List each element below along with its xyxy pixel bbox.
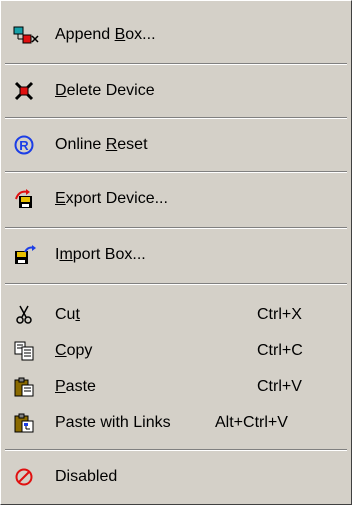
disabled-icon bbox=[13, 467, 37, 487]
import-box-icon bbox=[13, 245, 37, 265]
menu-item-label: Online Reset bbox=[55, 136, 148, 153]
menu-item-shortcut: Ctrl+C bbox=[257, 342, 303, 359]
menu-item-delete-device[interactable]: Delete Device bbox=[1, 75, 351, 107]
scissors-icon bbox=[13, 305, 37, 325]
menu-item-shortcut: Ctrl+X bbox=[257, 306, 302, 323]
menu-item-copy[interactable]: Copy Ctrl+C bbox=[1, 335, 351, 367]
context-menu: Append Box... Delete Device R Online Res… bbox=[0, 0, 352, 505]
menu-item-shortcut: Ctrl+V bbox=[257, 378, 302, 395]
menu-separator bbox=[5, 449, 347, 451]
menu-item-cut[interactable]: Cut Ctrl+X bbox=[1, 299, 351, 331]
menu-item-shortcut: Alt+Ctrl+V bbox=[215, 414, 288, 431]
append-box-icon bbox=[13, 25, 39, 45]
menu-item-paste-with-links[interactable]: Paste with Links Alt+Ctrl+V bbox=[1, 407, 351, 439]
menu-item-label: Append Box... bbox=[55, 26, 156, 43]
menu-item-export-device[interactable]: Export Device... bbox=[1, 183, 351, 215]
paste-icon bbox=[13, 377, 37, 397]
menu-item-label: Delete Device bbox=[55, 82, 155, 99]
menu-separator bbox=[5, 283, 347, 285]
menu-item-disabled[interactable]: Disabled bbox=[1, 461, 351, 493]
menu-item-import-box[interactable]: Import Box... bbox=[1, 239, 351, 271]
menu-item-label: Copy bbox=[55, 342, 93, 359]
paste-links-icon bbox=[13, 413, 37, 433]
menu-item-label: Paste with Links bbox=[55, 414, 171, 431]
menu-separator bbox=[5, 171, 347, 173]
menu-separator bbox=[5, 117, 347, 119]
menu-item-online-reset[interactable]: R Online Reset bbox=[1, 129, 351, 161]
menu-separator bbox=[5, 227, 347, 229]
menu-item-append-box[interactable]: Append Box... bbox=[1, 19, 351, 51]
export-device-icon bbox=[13, 189, 37, 209]
copy-icon bbox=[13, 341, 37, 361]
menu-separator bbox=[5, 63, 347, 65]
online-reset-icon: R bbox=[13, 135, 37, 155]
menu-item-paste[interactable]: Paste Ctrl+V bbox=[1, 371, 351, 403]
menu-item-label: Cut bbox=[55, 306, 80, 323]
menu-item-label: Export Device... bbox=[55, 190, 168, 207]
svg-text:R: R bbox=[19, 138, 29, 153]
menu-item-label: Import Box... bbox=[55, 246, 146, 263]
menu-item-label: Disabled bbox=[55, 468, 118, 485]
menu-item-label: Paste bbox=[55, 378, 96, 395]
delete-device-icon bbox=[13, 81, 37, 101]
